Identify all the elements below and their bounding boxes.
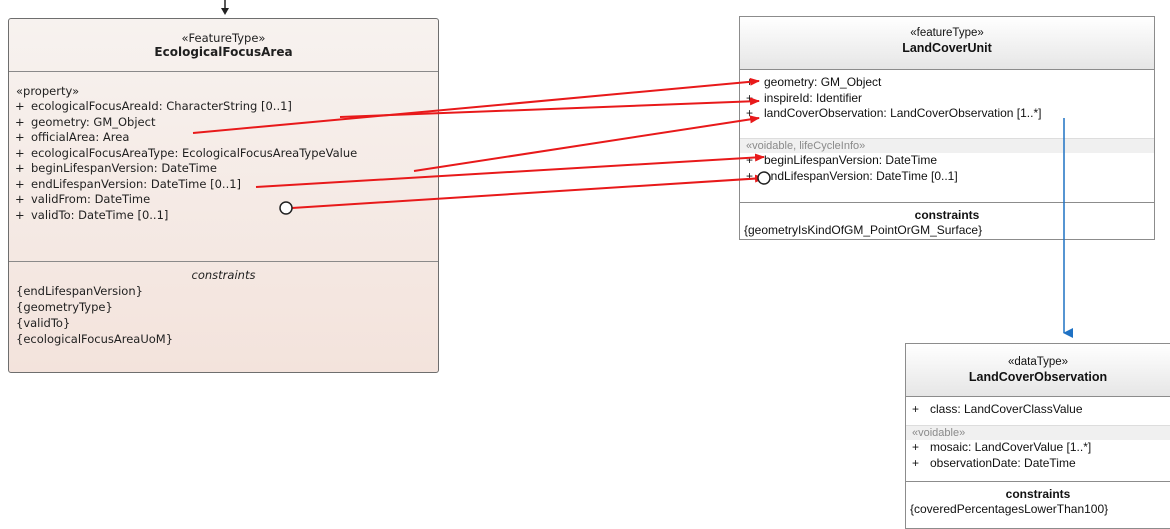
mapping-line[interactable] — [192, 77, 760, 134]
lollipop-port — [757, 171, 771, 185]
connector-layer — [192, 0, 1073, 338]
mapping-line[interactable] — [291, 174, 765, 209]
mapping-line[interactable] — [413, 115, 760, 172]
top-connector-arrowhead — [221, 8, 229, 15]
lollipop-port — [279, 201, 293, 215]
